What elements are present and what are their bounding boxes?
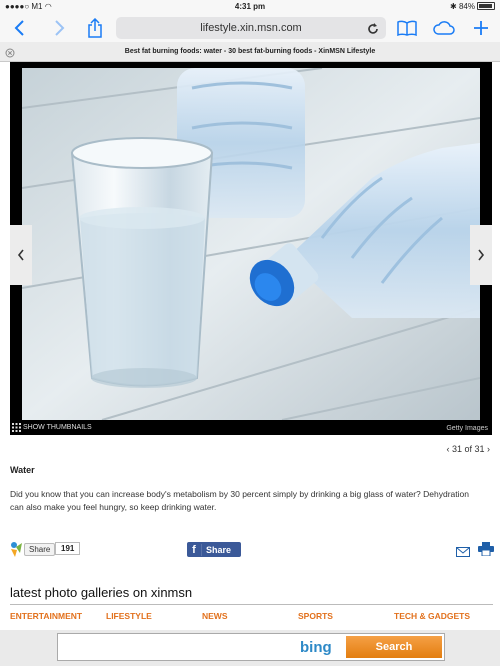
show-thumbnails-label: SHOW THUMBNAILS (23, 424, 92, 431)
photo-description: Did you know that you can increase body'… (10, 489, 469, 512)
chevron-left-icon (17, 249, 24, 261)
share-label: Share (24, 542, 56, 556)
cloud-icon (433, 21, 455, 35)
tab-news[interactable]: NEWS (202, 611, 228, 621)
next-photo-button[interactable] (470, 225, 492, 285)
latest-galleries-heading: latest photo galleries on xinmsn (10, 585, 193, 600)
search-input[interactable]: bing Search (57, 633, 445, 661)
pager-count: 31 of 31 (451, 444, 485, 454)
water-photo[interactable] (22, 68, 480, 420)
icloud-tabs-button[interactable] (433, 17, 455, 39)
bing-search-bar: bing Search (0, 630, 500, 666)
grid-icon (12, 423, 21, 432)
divider (10, 604, 493, 605)
share-count: 191 (55, 542, 81, 555)
share-sheet-button[interactable] (84, 17, 106, 39)
share-toolbar: Share 191 f Share (10, 541, 495, 559)
search-button[interactable]: Search (346, 636, 442, 658)
battery-percent: 84% (458, 2, 475, 11)
new-tab-button[interactable] (470, 17, 492, 39)
share-icon (88, 18, 102, 38)
email-icon[interactable] (456, 544, 470, 562)
battery-status: ✱ 84% (450, 2, 495, 11)
clock: 4:31 pm (234, 2, 266, 11)
chevron-right-icon (478, 249, 485, 261)
close-tab-icon[interactable] (5, 47, 15, 58)
browser-toolbar: lifestyle.xin.msn.com (0, 14, 500, 42)
show-thumbnails-button[interactable]: SHOW THUMBNAILS (12, 423, 92, 432)
plus-icon (474, 21, 488, 35)
book-icon (397, 20, 417, 36)
print-icon[interactable] (478, 542, 494, 561)
browser-tab[interactable]: Best fat burning foods: water - 30 best … (0, 42, 500, 62)
tab-tech-gadgets[interactable]: TECH & GADGETS (394, 611, 470, 621)
tab-title: Best fat burning foods: water - 30 best … (124, 48, 376, 55)
chevron-right-icon (55, 20, 65, 36)
back-button[interactable] (9, 17, 31, 39)
battery-icon (477, 2, 495, 10)
photo-pager: ‹ 31 of 31 › (446, 444, 490, 454)
bookmarks-button[interactable] (396, 17, 418, 39)
share-figure-icon (11, 542, 22, 557)
facebook-share-button[interactable]: f Share (187, 542, 241, 557)
bing-logo: bing (300, 639, 332, 656)
facebook-icon: f (187, 543, 202, 556)
pager-prev-icon[interactable]: ‹ (446, 444, 449, 454)
url-text: lifestyle.xin.msn.com (200, 22, 302, 34)
status-bar: ●●●●○ M1 ◠ 4:31 pm ✱ 84% (0, 0, 500, 14)
forward-button[interactable] (48, 17, 70, 39)
tab-sports[interactable]: SPORTS (298, 611, 333, 621)
tab-lifestyle[interactable]: LIFESTYLE (106, 611, 152, 621)
previous-photo-button[interactable] (10, 225, 32, 285)
photo-credit: Getty Images (446, 425, 488, 432)
address-bar[interactable]: lifestyle.xin.msn.com (116, 17, 386, 39)
pager-next-icon[interactable]: › (487, 444, 490, 454)
photo-gallery: SHOW THUMBNAILS Getty Images (10, 62, 492, 435)
reload-icon[interactable] (367, 21, 379, 43)
bluetooth-icon: ✱ (450, 2, 457, 11)
share-button[interactable]: Share (10, 541, 56, 557)
facebook-share-label: Share (206, 544, 232, 555)
photo-title: Water (10, 465, 35, 475)
water-image (22, 68, 480, 420)
tab-entertainment[interactable]: ENTERTAINMENT (10, 611, 82, 621)
chevron-left-icon (14, 20, 24, 36)
